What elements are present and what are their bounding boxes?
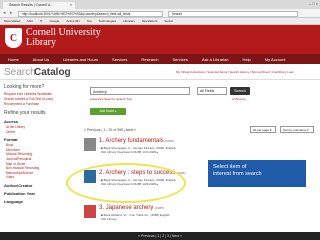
bookmark-item[interactable]: IT bbox=[40, 19, 43, 23]
sidebar: Looking for more? Request from Libraries… bbox=[4, 84, 74, 205]
browse-link[interactable]: or Browse bbox=[232, 97, 246, 101]
sort-select[interactable]: Sort by relevance ▾ bbox=[280, 126, 314, 133]
result-year: [1965] bbox=[155, 206, 164, 210]
nav-item[interactable]: Help bbox=[243, 57, 251, 62]
highlight-ellipse bbox=[66, 163, 186, 203]
nav-item[interactable]: Ask a Librarian bbox=[202, 57, 229, 62]
tab-title: Search Results | Cornell U... bbox=[9, 3, 54, 7]
refine-heading: Refine your results bbox=[4, 110, 46, 116]
bookmark-item[interactable]: Mint bbox=[27, 19, 33, 23]
address-bar[interactable]: http://localhost:3001/?utf8=%E2%9C%93&q=… bbox=[18, 10, 163, 17]
add-mode-button[interactable]: Add Mode ▸ bbox=[90, 108, 126, 115]
bookmarks-bar: Most Visited Mint IT Google Active IRs Tea Tec… bbox=[0, 18, 320, 25]
bookmark-item[interactable]: Active IRs bbox=[66, 19, 80, 23]
browser-search-input[interactable]: Search bbox=[168, 10, 298, 17]
bookmark-item[interactable]: Newsletters bbox=[142, 19, 158, 23]
nav-item[interactable]: Research bbox=[141, 57, 158, 62]
result-holdings[interactable]: Olin Library bbox=[101, 217, 116, 221]
utility-links[interactable]: My Virtual Collections | Selected Items … bbox=[176, 70, 294, 74]
window-controls[interactable]: – □ × bbox=[309, 1, 318, 6]
nav-item[interactable]: Services bbox=[173, 57, 188, 62]
callout-line2: interest from search bbox=[213, 170, 262, 177]
result-item[interactable]: 3. Japanese archery [1965] ■ Book Rutlan… bbox=[84, 205, 314, 225]
site-title-line2: Library bbox=[26, 37, 56, 48]
instruction-callout: Select item of interest from search bbox=[208, 160, 306, 187]
seal-letter: C bbox=[9, 32, 18, 44]
result-item[interactable]: 1. Archery fundamentals [2006] ■ Book Ch… bbox=[84, 138, 314, 158]
result-title-text[interactable]: Archery fundamentals bbox=[105, 138, 163, 144]
catalog-heading-word: Catalog bbox=[34, 67, 71, 78]
sidebar-link[interactable]: Recommend a Purchase bbox=[4, 102, 74, 106]
result-thumbnail[interactable] bbox=[84, 205, 96, 218]
bookmark-item[interactable]: Google bbox=[50, 19, 60, 23]
facet-title[interactable]: Publication Year bbox=[4, 191, 74, 196]
facet-title[interactable]: Format bbox=[4, 137, 74, 142]
bottom-pager[interactable]: « Previous | 1 | 2 | 3 | Next » bbox=[0, 232, 320, 240]
bookmark-item[interactable]: Social bbox=[164, 19, 172, 23]
site-header: C Cornell University Library bbox=[0, 25, 320, 54]
result-year: [2006] bbox=[165, 139, 174, 143]
nav-item[interactable]: About Us bbox=[33, 57, 49, 62]
result-number: 3. bbox=[99, 205, 105, 211]
tab-close-icon[interactable]: × bbox=[70, 2, 72, 9]
bookmark-item[interactable]: Libraries bbox=[123, 19, 135, 23]
back-icon[interactable]: ◂ bbox=[3, 10, 6, 16]
facet-item[interactable]: Video bbox=[6, 175, 74, 180]
result-thumbnail[interactable] bbox=[84, 138, 96, 151]
search-heading-word: Search bbox=[4, 67, 36, 78]
sidebar-link[interactable]: Search Articles & Full-Text (ILLiad) bbox=[4, 97, 74, 101]
cornell-seal-logo[interactable]: C bbox=[5, 28, 22, 48]
forward-icon[interactable]: ▸ bbox=[10, 10, 13, 16]
site-title[interactable]: Cornell University Library bbox=[26, 28, 101, 48]
result-title[interactable]: 3. Japanese archery [1965] bbox=[99, 205, 163, 211]
advanced-search-link[interactable]: Advanced Search | Search Tips bbox=[90, 97, 132, 101]
facet-title[interactable]: Language bbox=[4, 199, 74, 204]
browser-tab[interactable]: Search Results | Cornell U... × bbox=[3, 2, 75, 9]
search-field-select[interactable]: All Fields bbox=[197, 87, 227, 95]
search-button[interactable]: Search bbox=[230, 87, 250, 95]
browser-tab-bar: Search Results | Cornell U... × – □ × bbox=[0, 0, 320, 9]
bookmark-item[interactable]: Most Visited bbox=[4, 19, 20, 23]
result-title-text[interactable]: Japanese archery bbox=[106, 205, 154, 211]
per-page-select[interactable]: 20 per page ▾ bbox=[250, 126, 276, 133]
facet-title[interactable]: Author/Creator bbox=[4, 183, 74, 188]
facet-item[interactable]: Online bbox=[6, 130, 74, 135]
bookmark-item[interactable]: Tea bbox=[87, 19, 92, 23]
result-title[interactable]: 1. Archery fundamentals [2006] bbox=[99, 138, 174, 144]
result-holdings[interactable]: Olin Library Overview GV1185 .A7A 2006 ▸ bbox=[101, 150, 158, 154]
search-input[interactable]: Archery bbox=[90, 87, 190, 95]
facet-title[interactable]: Access bbox=[4, 119, 74, 124]
result-number: 1. bbox=[99, 138, 105, 144]
bookmark-item[interactable]: Technologies bbox=[99, 19, 117, 23]
main-navigation: Home About Us Libraries and Hours Services R… bbox=[0, 54, 320, 64]
search-header: Search Catalog My Virtual Collections | … bbox=[0, 64, 320, 80]
nav-item[interactable]: Home bbox=[8, 57, 19, 62]
looking-for-heading: Looking for more? bbox=[4, 84, 45, 90]
sidebar-link[interactable]: Request from Libraries Worldwide bbox=[4, 92, 74, 96]
browser-toolbar: ◂ ▸ http://localhost:3001/?utf8=%E2%9C%9… bbox=[0, 9, 320, 18]
nav-item[interactable]: Libraries and Hours bbox=[63, 57, 98, 62]
nav-item[interactable]: Services bbox=[112, 57, 127, 62]
nav-item[interactable]: My Account bbox=[265, 57, 286, 62]
results-pager[interactable]: « Previous | 1 - 20 of 995 | Next » bbox=[84, 128, 136, 132]
